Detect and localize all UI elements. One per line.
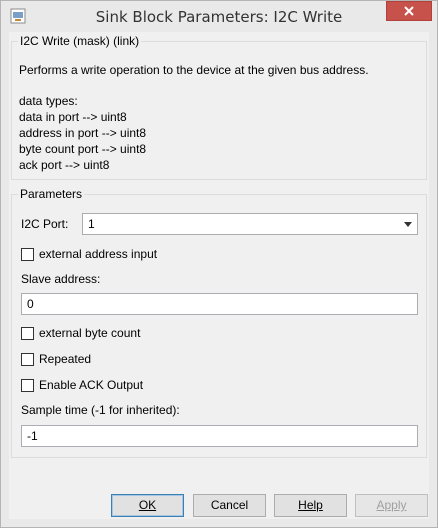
- apply-button[interactable]: Apply: [355, 494, 428, 517]
- apply-button-label: Apply: [376, 498, 407, 512]
- checkbox-box[interactable]: [21, 352, 34, 366]
- dialog-window: Sink Block Parameters: I2C Write I2C Wri…: [0, 0, 438, 528]
- ok-button-label: OK: [138, 498, 157, 512]
- data-type-line: data in port --> uint8: [19, 110, 127, 124]
- sample-time-input[interactable]: -1: [21, 425, 418, 447]
- checkbox-box[interactable]: [21, 378, 34, 392]
- sample-time-value: -1: [27, 429, 38, 443]
- dropdown-arrow-icon: [404, 222, 412, 227]
- i2c-port-value: 1: [88, 217, 95, 231]
- enable-ack-checkbox[interactable]: Enable ACK Output: [21, 377, 143, 393]
- data-type-line: ack port --> uint8: [19, 158, 110, 172]
- i2c-port-select[interactable]: 1: [82, 213, 418, 235]
- cancel-button[interactable]: Cancel: [193, 494, 266, 517]
- slave-address-label: Slave address:: [21, 272, 101, 286]
- checkbox-box[interactable]: [21, 326, 34, 340]
- ok-button[interactable]: OK: [111, 494, 184, 517]
- i2c-port-label: I2C Port:: [21, 217, 69, 231]
- mask-description: Performs a write operation to the device…: [19, 63, 369, 77]
- dialog-client: I2C Write (mask) (link) Performs a write…: [9, 32, 429, 519]
- checkbox-box[interactable]: [21, 247, 34, 261]
- title-bar: Sink Block Parameters: I2C Write: [1, 1, 437, 32]
- cancel-button-label: Cancel: [210, 498, 249, 512]
- enable-ack-label: Enable ACK Output: [39, 378, 144, 392]
- close-icon: [404, 6, 414, 16]
- external-byte-count-label: external byte count: [39, 326, 141, 340]
- close-button[interactable]: [386, 1, 432, 21]
- window-title: Sink Block Parameters: I2C Write: [95, 8, 343, 26]
- data-types-heading: data types:: [19, 94, 78, 108]
- help-button-label: Help: [298, 498, 323, 512]
- help-button[interactable]: Help: [274, 494, 347, 517]
- mask-group-title: I2C Write (mask) (link): [18, 34, 142, 48]
- data-type-line: address in port --> uint8: [19, 126, 147, 140]
- external-byte-count-checkbox[interactable]: external byte count: [21, 325, 140, 341]
- external-address-checkbox[interactable]: external address input: [21, 246, 157, 262]
- parameters-group-title: Parameters: [18, 187, 85, 201]
- data-type-line: byte count port --> uint8: [19, 142, 147, 156]
- sample-time-label: Sample time (-1 for inherited):: [21, 403, 180, 417]
- repeated-checkbox[interactable]: Repeated: [21, 351, 91, 367]
- repeated-label: Repeated: [39, 352, 92, 366]
- external-address-label: external address input: [39, 247, 158, 261]
- slave-address-input[interactable]: 0: [21, 293, 418, 315]
- slave-address-value: 0: [27, 297, 34, 311]
